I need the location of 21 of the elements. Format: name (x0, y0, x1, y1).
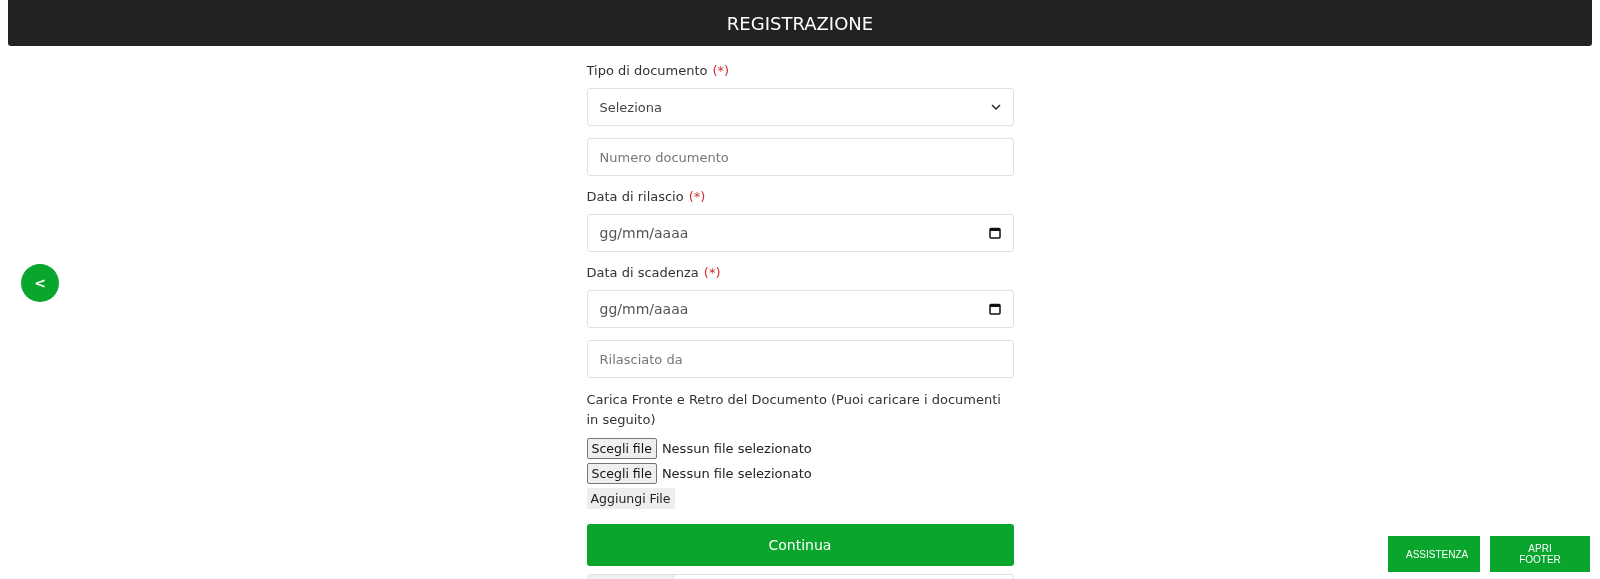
field-label: Data di rilascio (586, 188, 684, 204)
document-type-select[interactable]: Seleziona (586, 88, 1014, 126)
required-mark: (*) (703, 264, 721, 280)
required-mark: (*) (688, 188, 706, 204)
page-title: REGISTRAZIONE (726, 12, 874, 34)
required-mark: (*) (712, 62, 730, 78)
input-field[interactable]: Rilasciato da (586, 340, 1014, 378)
choose-file-button[interactable]: Scegli file (586, 438, 657, 459)
date-field[interactable]: gg/mm/aaaa (586, 290, 1014, 328)
chevron-icon (990, 104, 1001, 110)
calendar-icon (988, 227, 1001, 239)
input-field[interactable]: Numero documento (586, 138, 1014, 176)
add-file-button[interactable]: Aggiungi File (586, 488, 675, 509)
upload-note: Carica Fronte e Retro del Documento (Puoi caricare i documenti in seguito) (586, 391, 1002, 429)
field-label: Data di scadenza (586, 264, 699, 280)
date-field[interactable]: gg/mm/aaaa (586, 214, 1014, 252)
choose-file-button[interactable]: Scegli file (586, 463, 657, 484)
field-label: Tipo di documento (586, 62, 708, 78)
file-status: Nessun file selezionato (661, 466, 812, 481)
calendar-icon (988, 303, 1001, 315)
file-status: Nessun file selezionato (661, 441, 812, 456)
